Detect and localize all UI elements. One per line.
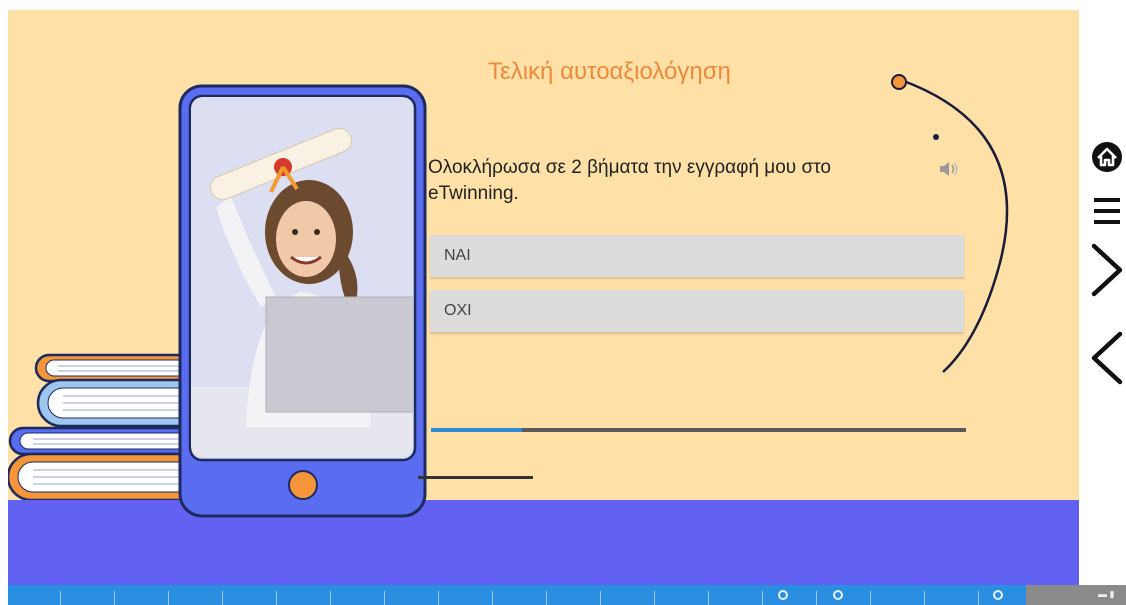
timeline-tick: [330, 591, 331, 605]
progress-bar: [431, 428, 966, 432]
answer-yes-button[interactable]: ΝΑΙ: [430, 235, 964, 277]
timeline-end-segment: ▬ ▮: [1026, 585, 1126, 605]
timeline-end-label: ▬ ▮: [1098, 589, 1115, 599]
phone-home-button: [288, 470, 318, 500]
chevron-right-icon[interactable]: [1090, 240, 1124, 305]
chevron-left-icon[interactable]: [1090, 328, 1124, 393]
timeline-tick: [492, 591, 493, 605]
home-icon[interactable]: [1090, 140, 1124, 179]
timeline-tick: [546, 591, 547, 605]
side-navigation: [1090, 140, 1126, 400]
slide-stage: Τελική αυτοαξιολόγηση Ολοκλήρωσα σε 2 βή…: [8, 10, 1079, 585]
decorative-line: [418, 476, 533, 479]
progress-bar-fill: [431, 428, 522, 432]
menu-icon[interactable]: [1090, 192, 1124, 235]
student-photo: [191, 97, 413, 457]
timeline-tick: [168, 591, 169, 605]
timeline-marker[interactable]: [778, 590, 788, 600]
timeline-tick: [384, 591, 385, 605]
slide-timeline[interactable]: [8, 585, 1026, 605]
timeline-tick: [276, 591, 277, 605]
timeline-tick: [762, 591, 763, 605]
timeline-tick: [600, 591, 601, 605]
timeline-tick: [708, 591, 709, 605]
question-text: Ολοκλήρωσα σε 2 βήματα την εγγραφή μου σ…: [428, 157, 831, 204]
page-title: Τελική αυτοαξιολόγηση: [488, 58, 731, 85]
timeline-tick: [816, 591, 817, 605]
timeline-tick: [60, 591, 61, 605]
timeline-marker[interactable]: [993, 590, 1003, 600]
speaker-icon[interactable]: [938, 160, 960, 178]
timeline-tick: [222, 591, 223, 605]
timeline-marker[interactable]: [833, 590, 843, 600]
timeline-tick: [870, 591, 871, 605]
timeline-tick: [114, 591, 115, 605]
timeline-tick: [654, 591, 655, 605]
answer-no-button[interactable]: ΟΧΙ: [430, 290, 964, 332]
timeline-tick: [438, 591, 439, 605]
timeline-tick: [924, 591, 925, 605]
timeline-tick: [978, 591, 979, 605]
